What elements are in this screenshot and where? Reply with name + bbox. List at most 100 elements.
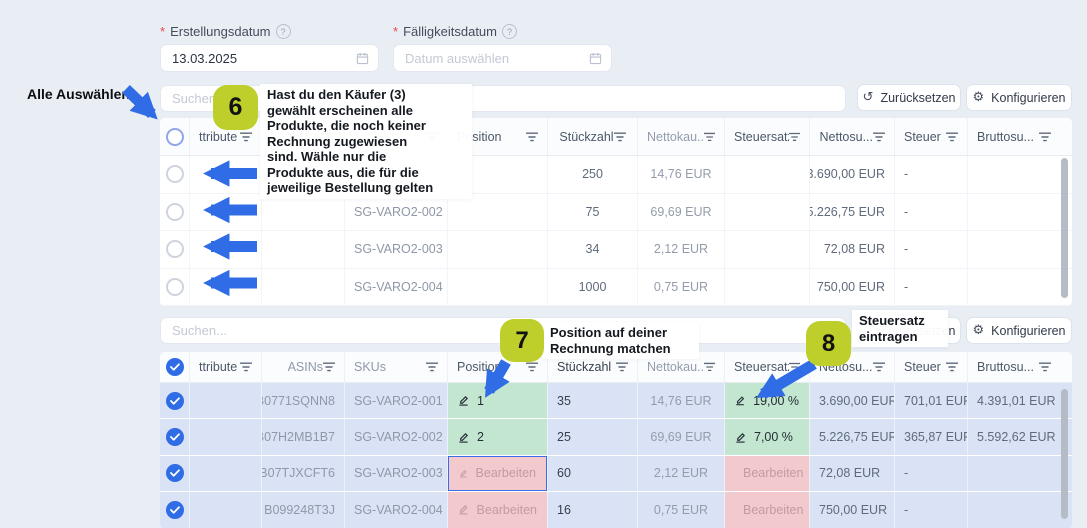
column-label: Steuersatz <box>734 360 789 374</box>
column-label: Nettokau... <box>647 130 704 144</box>
select-all-checkbox[interactable] <box>166 358 184 376</box>
calendar-icon[interactable] <box>589 52 602 65</box>
edit-icon <box>458 395 469 406</box>
help-icon[interactable]: ? <box>502 24 517 39</box>
tax-cell: 365,87 EUR <box>895 419 968 454</box>
column-label: Bruttosu... <box>977 360 1034 374</box>
callout-badge-7: 7 <box>500 319 544 362</box>
column-label: ASINs <box>288 360 323 374</box>
row-checkbox[interactable] <box>166 278 184 296</box>
sku-cell: SG-VARO2-003 <box>345 456 448 491</box>
taxrate-edit-button[interactable]: Bearbeiten <box>725 456 809 491</box>
creation-date-value[interactable] <box>170 50 356 67</box>
position-cell: 2 <box>448 419 548 454</box>
quantity-cell: 1000 <box>548 269 638 306</box>
position-cell: 1 <box>448 383 548 418</box>
filter-icon[interactable] <box>616 362 628 372</box>
attribute-cell <box>190 156 262 193</box>
row-checkbox[interactable] <box>166 501 184 519</box>
creation-date-label: * Erstellungsdatum ? <box>160 24 291 39</box>
calendar-icon[interactable] <box>356 52 369 65</box>
table1-reset-button[interactable]: ↺ Zurücksetzen <box>857 84 961 111</box>
grosssum-cell: 5.592,62 EUR <box>968 419 1060 454</box>
netsum-cell: 72,08 EUR <box>810 456 895 491</box>
sku-cell: SG-VARO2-004 <box>345 492 448 527</box>
header-cell-tax: Steuer <box>895 118 968 155</box>
asin-cell <box>262 269 345 306</box>
taxrate-value: Bearbeiten <box>743 466 803 480</box>
row-checkbox[interactable] <box>166 240 184 258</box>
header-cell-netsum: Nettosu... <box>810 118 895 155</box>
checkbox-cell <box>160 194 190 231</box>
header-cell-quantity: Stückzahl <box>548 118 638 155</box>
column-label: Steuersatz <box>734 130 789 144</box>
attribute-cell <box>190 492 262 527</box>
quantity-cell: 34 <box>548 231 638 268</box>
taxrate-edit-button[interactable]: 7,00 % <box>725 419 809 454</box>
due-date-input[interactable] <box>393 44 612 72</box>
taxrate-edit-button[interactable]: 19,00 % <box>725 383 809 418</box>
filter-icon[interactable] <box>526 362 538 372</box>
filter-icon[interactable] <box>704 132 715 142</box>
row-checkbox[interactable] <box>166 203 184 221</box>
filter-icon[interactable] <box>526 132 538 142</box>
filter-icon[interactable] <box>873 362 885 372</box>
filter-icon[interactable] <box>1039 362 1051 372</box>
filter-icon[interactable] <box>240 132 252 142</box>
taxrate-edit-button[interactable]: Bearbeiten <box>725 492 809 527</box>
header-cell-grosssum: Bruttosu... <box>968 352 1060 382</box>
row-checkbox[interactable] <box>166 165 184 183</box>
asin-cell: B07TJXCFT6 <box>262 456 345 491</box>
filter-icon[interactable] <box>1039 132 1051 142</box>
edit-icon <box>735 395 745 406</box>
required-marker: * <box>393 24 398 39</box>
attribute-cell <box>190 231 262 268</box>
tax-cell: 701,01 EUR <box>895 383 968 418</box>
position-edit-button[interactable]: 2 <box>448 419 547 454</box>
table1-configure-button[interactable]: ⚙ Konfigurieren <box>966 84 1072 111</box>
netsum-cell: 750,00 EUR <box>810 269 895 306</box>
netprice-cell: 2,12 EUR <box>638 456 725 491</box>
netsum-cell: 5.226,75 EUR <box>810 194 895 231</box>
tax-cell: - <box>895 456 968 491</box>
netsum-cell: 750,00 EUR <box>810 492 895 527</box>
edit-icon <box>459 468 468 479</box>
asin-cell: B099248T3J <box>262 492 345 527</box>
table2-scrollbar[interactable] <box>1061 389 1068 519</box>
filter-icon[interactable] <box>789 362 800 372</box>
netsum-cell: 3.690,00 EUR <box>810 383 895 418</box>
row-checkbox[interactable] <box>166 392 184 410</box>
filter-icon[interactable] <box>323 362 335 372</box>
filter-icon[interactable] <box>946 362 958 372</box>
creation-date-input[interactable] <box>160 44 379 72</box>
filter-icon[interactable] <box>873 132 885 142</box>
position-edit-button[interactable]: Bearbeiten <box>448 456 547 491</box>
position-edit-button[interactable]: Bearbeiten <box>448 492 547 527</box>
taxrate-cell <box>725 194 810 231</box>
header-cell-grosssum: Bruttosu... <box>968 118 1060 155</box>
tooltip-callout-8: Steuersatz eintragen <box>852 310 948 347</box>
position-edit-button[interactable]: 1 <box>448 383 547 418</box>
filter-icon[interactable] <box>704 362 715 372</box>
table1-scrollbar[interactable] <box>1061 158 1068 298</box>
filter-icon[interactable] <box>946 132 958 142</box>
sku-cell: SG-VARO2-004 <box>345 269 448 306</box>
filter-icon[interactable] <box>614 132 626 142</box>
taxrate-value: 19,00 % <box>753 394 799 408</box>
quantity-cell: 25 <box>548 419 638 454</box>
asin-cell: B07H2MB1B7 <box>262 419 345 454</box>
due-date-value[interactable] <box>403 50 589 67</box>
checkbox-cell <box>160 156 190 193</box>
help-icon[interactable]: ? <box>276 24 291 39</box>
taxrate-cell: Bearbeiten <box>725 456 810 491</box>
netsum-cell: 3.690,00 EUR <box>810 156 895 193</box>
row-checkbox[interactable] <box>166 464 184 482</box>
filter-icon[interactable] <box>240 362 252 372</box>
row-checkbox[interactable] <box>166 428 184 446</box>
tooltip-callout-6: Hast du den Käufer (3) gewählt erscheine… <box>260 84 472 199</box>
filter-icon[interactable] <box>789 132 800 142</box>
filter-icon[interactable] <box>426 362 438 372</box>
table2-configure-button[interactable]: ⚙ Konfigurieren <box>966 317 1072 344</box>
header-cell-taxrate: Steuersatz <box>725 352 810 382</box>
select-all-checkbox[interactable] <box>166 128 184 146</box>
